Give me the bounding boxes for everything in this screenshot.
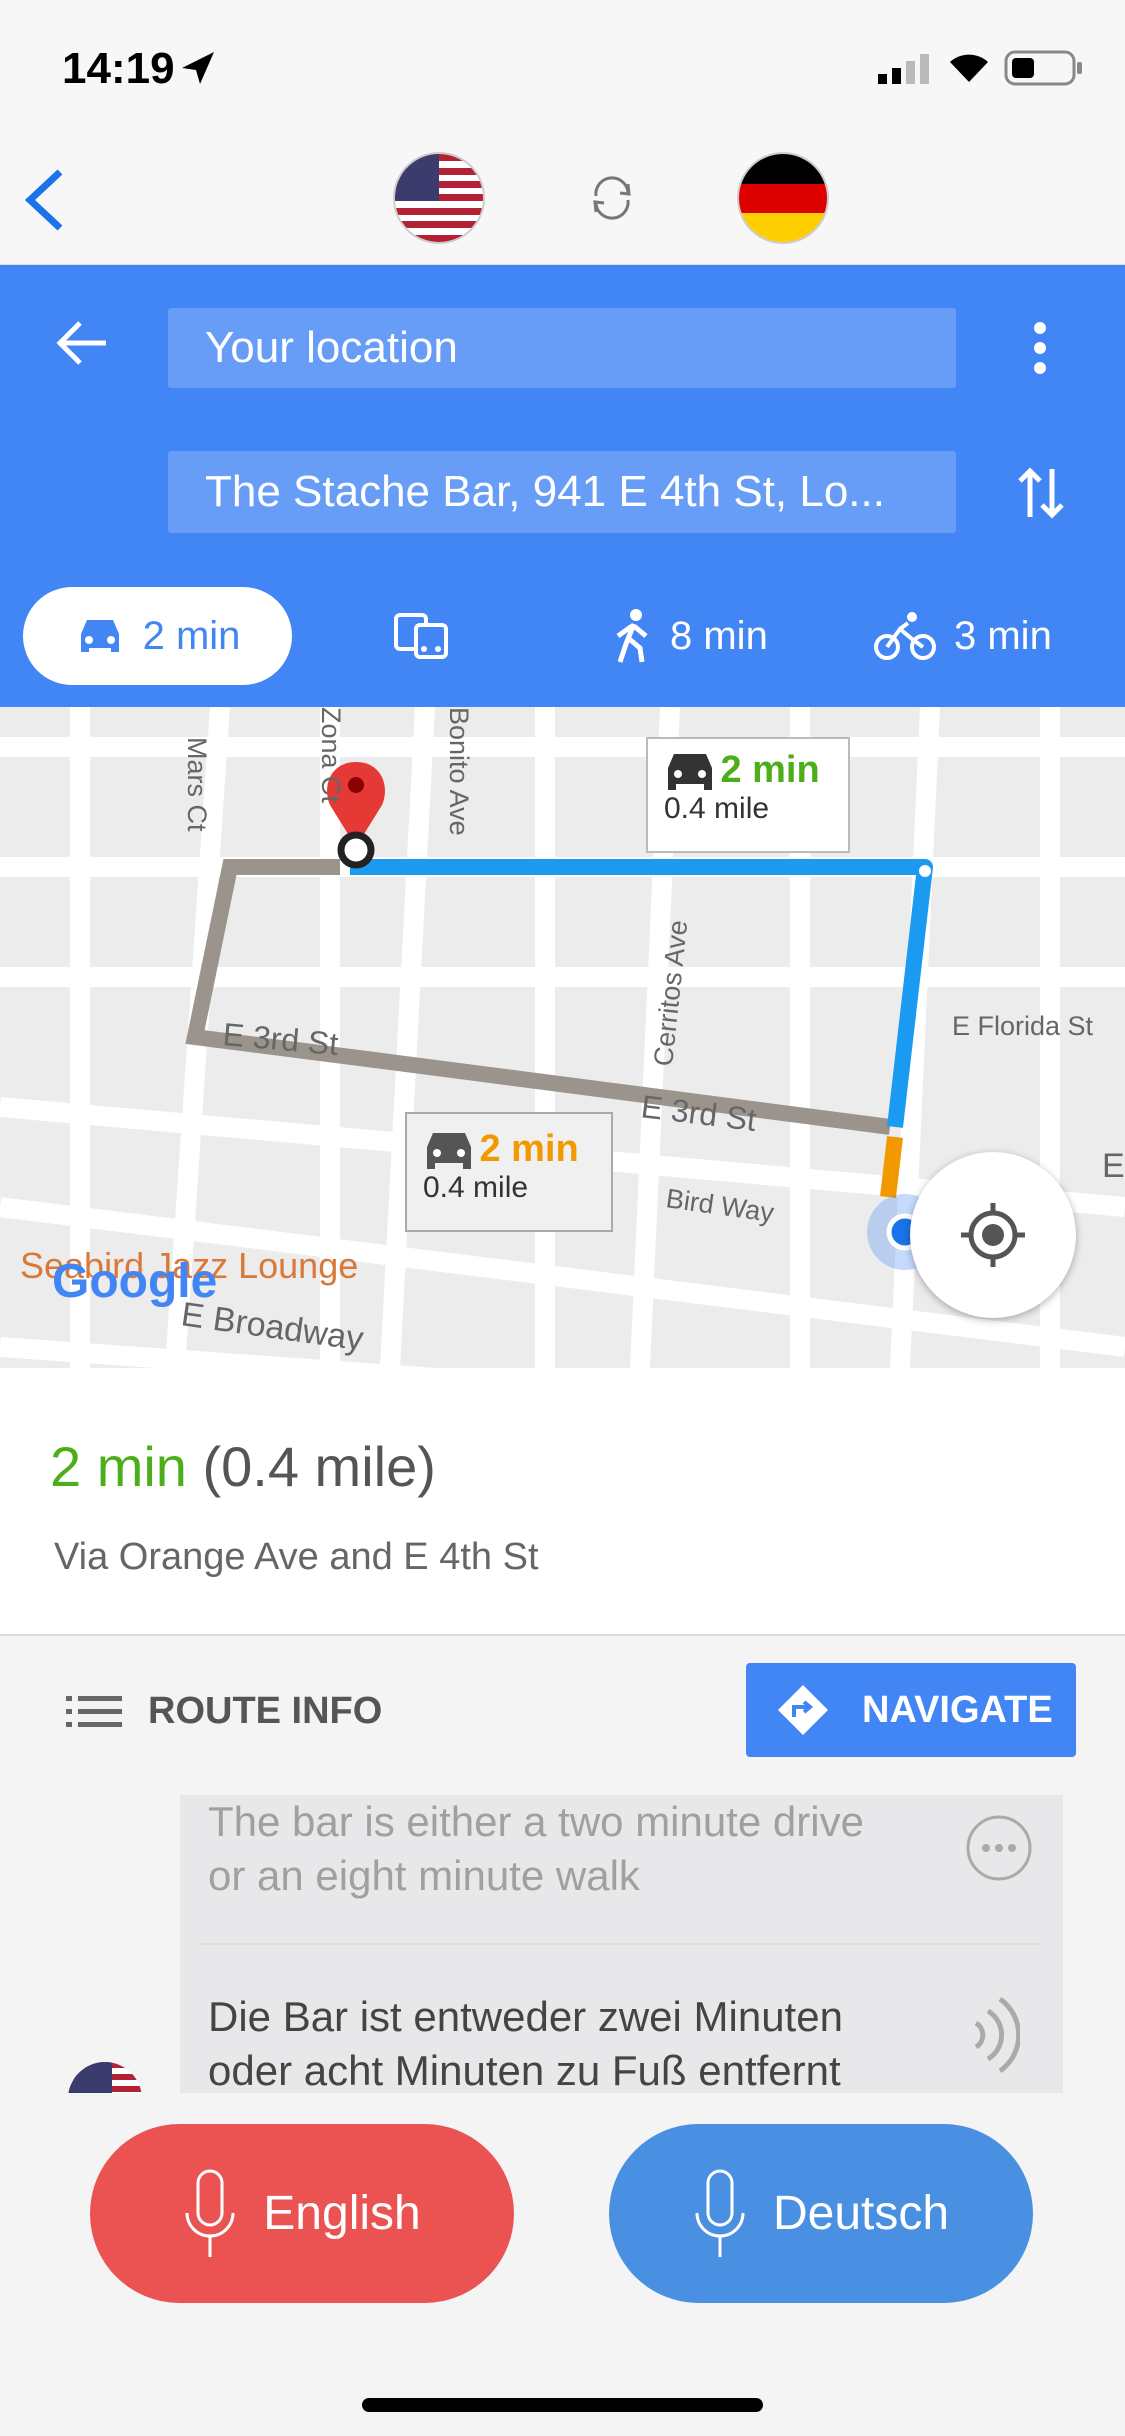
conversation-card: The bar is either a two minute drive or … (180, 1795, 1063, 2093)
english-label: English (263, 2187, 421, 2240)
street-label: Bird Way (664, 1183, 776, 1228)
more-options-icon[interactable] (1030, 320, 1050, 376)
microphone-icon (185, 2169, 235, 2257)
callout-time: 2 min (720, 749, 820, 791)
navigate-button[interactable]: NAVIGATE (746, 1663, 1076, 1757)
callout-distance: 0.4 mile (423, 1171, 529, 1204)
bike-icon (874, 612, 936, 660)
back-chevron-icon[interactable] (22, 168, 66, 232)
route-distance: (0.4 mile) (202, 1435, 436, 1498)
clock: 14:19 (62, 44, 175, 93)
translator-header (0, 130, 1125, 265)
route-callout-alternate[interactable]: 2 min 0.4 mile (405, 1112, 613, 1232)
list-icon (66, 1695, 122, 1727)
my-location-icon (961, 1203, 1025, 1267)
traffic-segment (880, 1136, 903, 1198)
car-icon (80, 620, 119, 652)
google-logo: Google (52, 1255, 217, 1308)
callout-distance: 0.4 mile (664, 792, 770, 825)
route-waypoint (919, 865, 931, 877)
destination-marker (337, 831, 375, 869)
wifi-icon (950, 54, 988, 82)
street-label: Zona Ct (316, 707, 346, 804)
driving-time: 2 min (142, 613, 241, 658)
recenter-button[interactable] (910, 1152, 1076, 1318)
walk-icon (616, 609, 648, 663)
signal-icon (878, 54, 929, 84)
car-icon (427, 1132, 471, 1169)
us-flag-icon[interactable] (395, 154, 483, 242)
directions-icon (778, 1685, 828, 1735)
home-indicator[interactable] (362, 2398, 763, 2412)
source-text: The bar is either a two minute drive or … (208, 1798, 864, 1899)
origin-input[interactable]: Your location (168, 308, 956, 388)
street-label: E (1102, 1147, 1125, 1185)
route-summary: 2 min (0.4 mile) Via Orange Ave and E 4t… (0, 1368, 1125, 1636)
navigate-label: NAVIGATE (862, 1688, 1053, 1731)
mode-transit-tab[interactable] (394, 587, 450, 685)
germany-flag-icon[interactable] (739, 154, 827, 242)
deutsch-label: Deutsch (772, 2187, 950, 2240)
microphone-icon (695, 2169, 745, 2257)
deutsch-mic-button[interactable]: Deutsch (609, 2124, 1033, 2303)
car-icon (668, 753, 712, 790)
english-mic-button[interactable]: English (90, 2124, 514, 2303)
swap-languages-icon[interactable] (588, 174, 636, 222)
route-callout-primary[interactable]: 2 min 0.4 mile (646, 737, 850, 853)
back-arrow-icon[interactable] (56, 321, 108, 365)
transit-icon (394, 613, 448, 659)
divider (200, 1943, 1040, 1945)
callout-time: 2 min (479, 1128, 579, 1170)
battery-icon (1004, 50, 1082, 86)
route-info-label: ROUTE INFO (148, 1690, 383, 1732)
route-via: Via Orange Ave and E 4th St (54, 1536, 539, 1578)
translated-text: Die Bar ist entweder zwei Minuten oder a… (208, 1993, 843, 2093)
street-label: Bonito Ave (444, 707, 474, 836)
cycling-time: 3 min (954, 613, 1052, 658)
swap-directions-icon[interactable] (1018, 465, 1064, 521)
walking-time: 8 min (670, 613, 768, 658)
speaker-avatar-us-flag (68, 2062, 142, 2093)
street-label: Mars Ct (182, 737, 212, 832)
more-icon[interactable] (964, 1813, 1034, 1883)
directions-panel: Your location The Stache Bar, 941 E 4th … (0, 265, 1125, 707)
location-arrow-icon (182, 52, 214, 84)
route-info-button[interactable]: ROUTE INFO (66, 1690, 382, 1733)
map-view[interactable]: Mars Ct Zona Ct Bonito Ave Cerritos Ave … (0, 707, 1125, 1368)
speaker-icon[interactable] (970, 1995, 1020, 2075)
destination-input[interactable]: The Stache Bar, 941 E 4th St, Lo... (168, 451, 956, 533)
mode-cycling-tab[interactable]: 3 min (874, 587, 1052, 685)
status-bar: 14:19 (0, 0, 1125, 130)
mode-driving-tab[interactable]: 2 min (23, 587, 292, 685)
route-duration: 2 min (0.4 mile) (50, 1434, 436, 1499)
street-label: E Florida St (952, 1011, 1094, 1041)
route-time: 2 min (50, 1435, 187, 1498)
mode-walking-tab[interactable]: 8 min (612, 587, 768, 685)
